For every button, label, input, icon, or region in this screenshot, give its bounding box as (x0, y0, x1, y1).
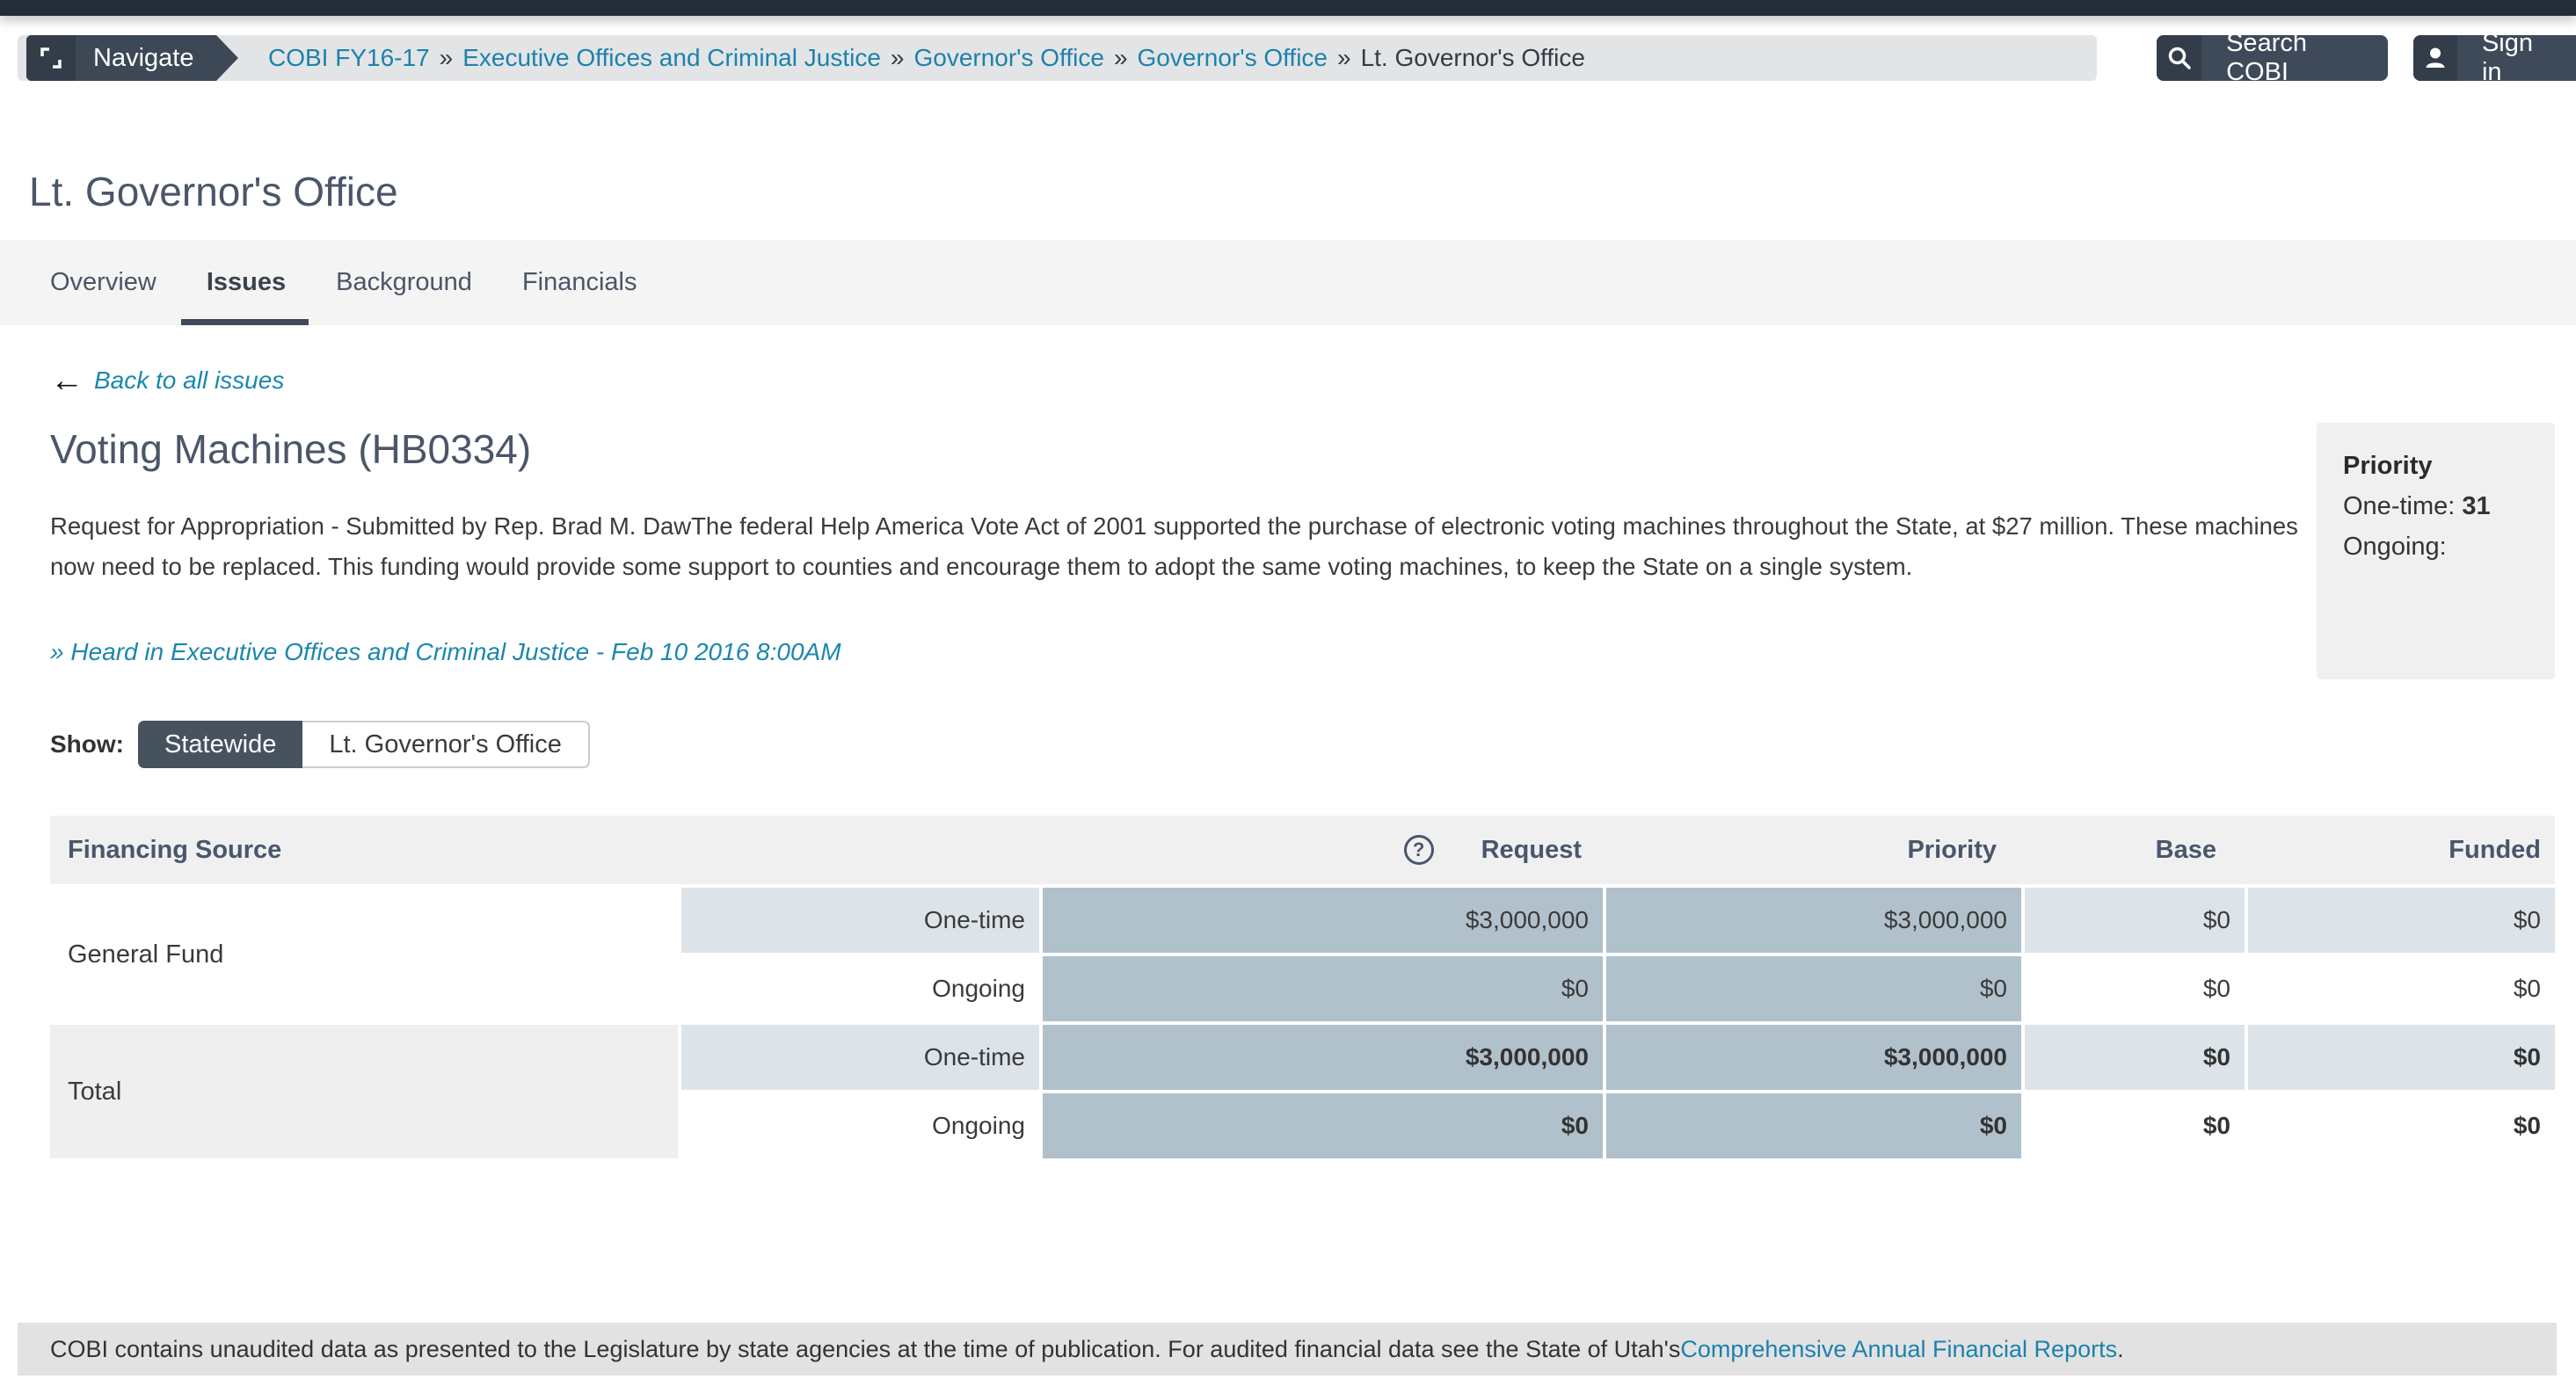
total-onetime-priority: $3,000,000 (1606, 1025, 2021, 1090)
col-header-request: ? Request (1036, 816, 1596, 884)
total-onetime-label: One-time (681, 1025, 1039, 1090)
show-label: Show: (50, 730, 124, 758)
gf-ongoing-priority: $0 (1606, 956, 2021, 1021)
issue-title: Voting Machines (HB0334) (50, 425, 2555, 473)
total-onetime-funded: $0 (2248, 1025, 2555, 1090)
issue-description: Request for Appropriation - Submitted by… (50, 506, 2310, 587)
heard-in-committee-link[interactable]: » Heard in Executive Offices and Crimina… (50, 638, 841, 666)
tab-issues[interactable]: Issues (207, 240, 286, 325)
main-content: ← Back to all issues Voting Machines (HB… (50, 325, 2555, 1158)
total-onetime-request: $3,000,000 (1043, 1025, 1603, 1090)
total-onetime-base: $0 (2025, 1025, 2245, 1090)
breadcrumb-separator: » (1114, 44, 1128, 72)
navigate-button[interactable]: Navigate (26, 35, 216, 81)
gf-onetime-base: $0 (2025, 888, 2245, 953)
financing-table: Financing Source ? Request Priority Base… (50, 816, 2555, 1158)
gf-ongoing-label: Ongoing (681, 956, 1039, 1021)
tab-background[interactable]: Background (336, 240, 472, 325)
col-header-spacer (678, 816, 1036, 884)
col-header-funded: Funded (2230, 816, 2555, 884)
breadcrumb-link-exec-offices[interactable]: Executive Offices and Criminal Justice (462, 44, 881, 72)
user-icon (2413, 35, 2457, 81)
priority-summary-box: Priority One-time: 31 Ongoing: (2317, 423, 2555, 679)
toggle-lt-governors-office[interactable]: Lt. Governor's Office (302, 721, 590, 768)
gf-onetime-label: One-time (681, 888, 1039, 953)
row-group-general-fund: General Fund (50, 888, 678, 1021)
help-icon[interactable]: ? (1404, 835, 1434, 865)
total-ongoing-request: $0 (1043, 1093, 1603, 1158)
total-ongoing-priority: $0 (1606, 1093, 2021, 1158)
total-ongoing-label: Ongoing (681, 1093, 1039, 1158)
toggle-statewide[interactable]: Statewide (138, 721, 302, 768)
priority-heading: Priority (2343, 446, 2537, 486)
col-header-financing-source: Financing Source (50, 816, 678, 884)
gf-ongoing-funded: $0 (2248, 956, 2555, 1021)
tab-financials[interactable]: Financials (522, 240, 637, 325)
breadcrumb-bar-row: COBI FY16-17 » Executive Offices and Cri… (0, 35, 2576, 81)
breadcrumb-separator: » (1337, 44, 1351, 72)
total-ongoing-base: $0 (2025, 1093, 2245, 1158)
breadcrumb-link-governors-office[interactable]: Governor's Office (913, 44, 1103, 72)
search-cobi-label: Search COBI (2201, 35, 2388, 81)
priority-ongoing-label: Ongoing: (2343, 533, 2447, 561)
back-arrow-icon: ← (50, 364, 84, 397)
navigate-corners-icon (26, 35, 76, 81)
footer-cafr-link[interactable]: Comprehensive Annual Financial Reports (1680, 1336, 2117, 1363)
priority-ongoing: Ongoing: (2343, 526, 2537, 567)
search-icon (2157, 35, 2201, 81)
breadcrumb-link-cobi[interactable]: COBI FY16-17 (268, 44, 430, 72)
top-bar (0, 0, 2576, 16)
breadcrumb-current: Lt. Governor's Office (1361, 44, 1585, 72)
page-title: Lt. Governor's Office (29, 168, 398, 215)
priority-one-time-label: One-time: (2343, 492, 2462, 520)
footer-suffix: . (2117, 1336, 2124, 1363)
scope-toggle: Statewide Lt. Governor's Office (138, 721, 590, 768)
breadcrumb-separator: » (440, 44, 454, 72)
gf-ongoing-request: $0 (1043, 956, 1603, 1021)
breadcrumb: COBI FY16-17 » Executive Offices and Cri… (18, 35, 2097, 81)
col-header-request-label: Request (1481, 836, 1582, 865)
sign-in-label: Sign in (2457, 35, 2576, 81)
gf-onetime-funded: $0 (2248, 888, 2555, 953)
gf-onetime-priority: $3,000,000 (1606, 888, 2021, 953)
search-cobi-button[interactable]: Search COBI (2157, 35, 2388, 81)
navigate-label: Navigate (76, 35, 216, 81)
footer-disclaimer: COBI contains unaudited data as presente… (18, 1323, 2557, 1375)
col-header-priority: Priority (1596, 816, 2011, 884)
total-ongoing-funded: $0 (2248, 1093, 2555, 1158)
breadcrumb-separator: » (891, 44, 905, 72)
row-group-total: Total (50, 1025, 678, 1158)
priority-one-time: One-time: 31 (2343, 486, 2537, 526)
sign-in-button[interactable]: Sign in (2413, 35, 2576, 81)
gf-onetime-request: $3,000,000 (1043, 888, 1603, 953)
breadcrumb-link-governors-office-2[interactable]: Governor's Office (1138, 44, 1328, 72)
gf-ongoing-base: $0 (2025, 956, 2245, 1021)
back-to-all-issues-link[interactable]: ← Back to all issues (50, 364, 284, 397)
tab-bar: Overview Issues Background Financials (0, 240, 2576, 325)
financing-table-header: Financing Source ? Request Priority Base… (50, 816, 2555, 884)
back-link-label: Back to all issues (94, 367, 284, 395)
priority-one-time-value: 31 (2462, 492, 2490, 520)
tab-overview[interactable]: Overview (50, 240, 156, 325)
show-toggle-row: Show: Statewide Lt. Governor's Office (50, 721, 2555, 768)
footer-text: COBI contains unaudited data as presente… (50, 1336, 1680, 1363)
col-header-base: Base (2011, 816, 2230, 884)
